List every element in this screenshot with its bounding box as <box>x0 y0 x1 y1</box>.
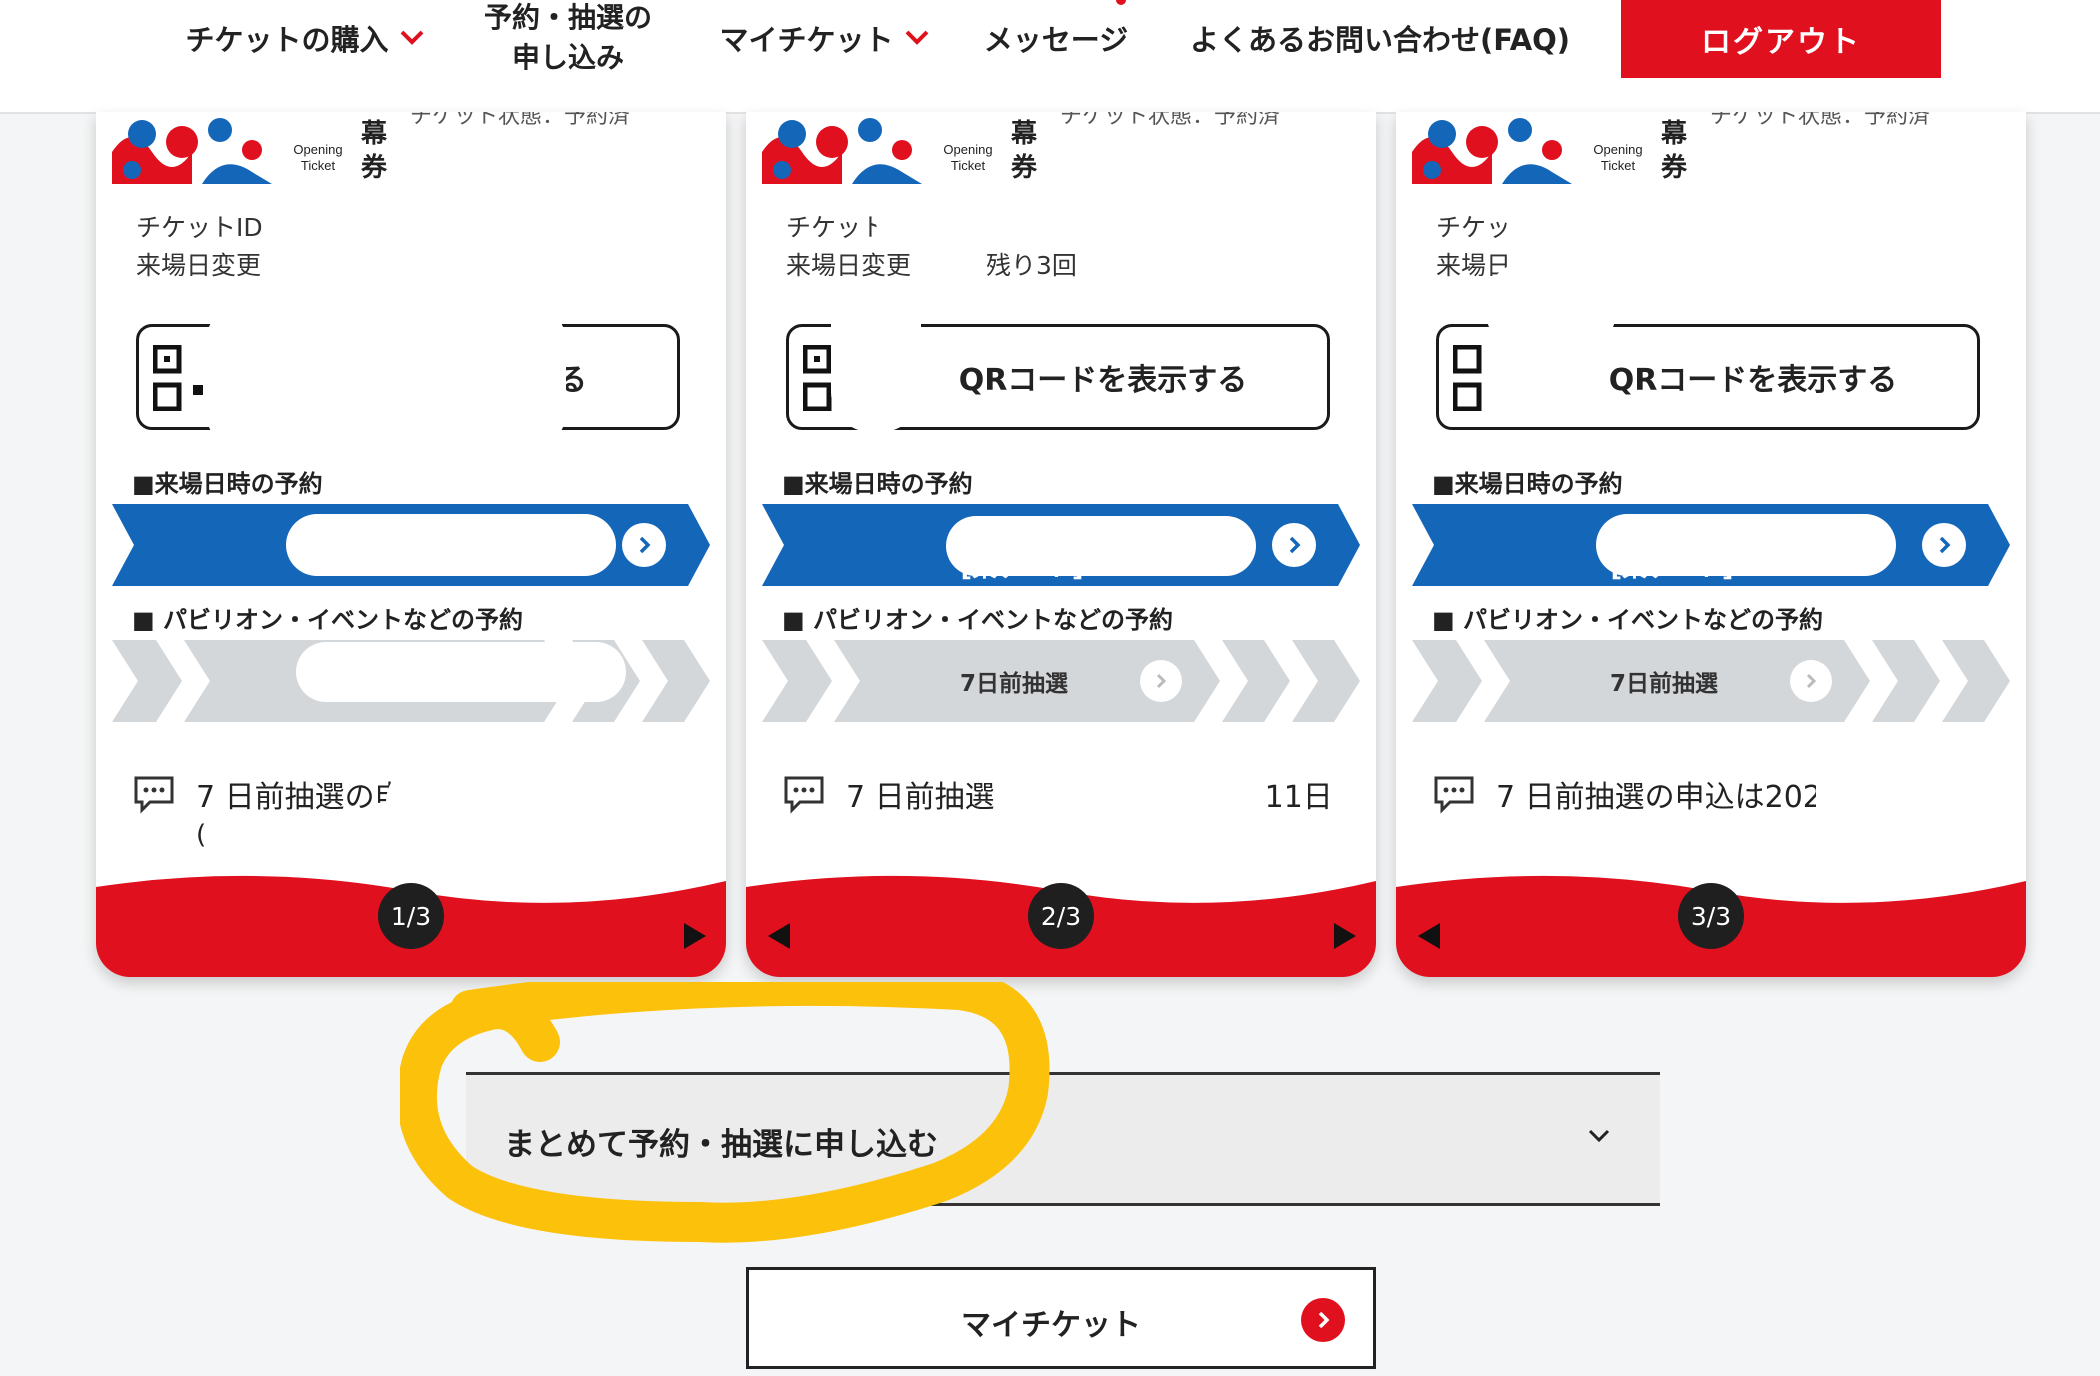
chevron-right-icon <box>622 523 666 567</box>
art-opening-text: Opening <box>943 142 992 157</box>
pavilion-reservation-heading: ■ パビリオン・イベントなどの予約 <box>132 606 524 634</box>
redaction-mask <box>946 812 1246 872</box>
art-kanji-2: 券 <box>1011 153 1038 183</box>
message-bubble-icon <box>784 776 824 814</box>
nav-faq[interactable]: よくあるお問い合わせ(FAQ) <box>1180 0 1580 76</box>
redaction-mask <box>296 642 626 702</box>
card-pager-indicator: 2/3 <box>1028 883 1094 949</box>
chevron-down-icon <box>904 29 930 47</box>
lottery-message-text: 7 日前抽選の申込は2025 <box>1496 780 1841 815</box>
redaction-mask <box>1506 204 1806 254</box>
next-arrow-icon[interactable] <box>682 921 708 951</box>
chevron-right-icon <box>1272 523 1316 567</box>
card-pager-indicator: 3/3 <box>1678 883 1744 949</box>
my-ticket-button[interactable]: マイチケット <box>746 1267 1376 1369</box>
art-ticket-text: Ticket <box>301 158 336 173</box>
redaction-mask <box>1816 732 2026 882</box>
redaction-mask <box>286 514 616 576</box>
nav-reservation-line1: 予約・抽選の <box>483 1 652 34</box>
redaction-mask <box>831 282 921 432</box>
expo-ticket-artwork: Opening Ticket 幕 券 <box>112 112 388 184</box>
art-kanji-1: 幕 <box>1660 119 1688 149</box>
nav-messages[interactable]: メッセージ <box>976 0 1136 76</box>
art-kanji-1: 幕 <box>360 119 388 149</box>
nav-reservation-lottery[interactable]: 予約・抽選の 申し込み <box>470 0 666 80</box>
nav-messages-label: メッセージ <box>983 23 1129 57</box>
visit-reservation-heading: ■来場日時の予約 <box>1432 470 1623 498</box>
date-change-label: 来場日変更 <box>136 251 262 280</box>
date-change-label: 来場日変更 残り3回 <box>786 251 1077 280</box>
redaction-mask <box>946 516 1256 576</box>
bulk-apply-accordion[interactable]: まとめて予約・抽選に申し込む <box>466 1072 1660 1206</box>
prev-arrow-icon[interactable] <box>1416 921 1442 951</box>
redaction-mask <box>876 202 1106 242</box>
art-kanji-2: 券 <box>361 153 388 183</box>
redaction-mask <box>1486 262 1616 352</box>
chevron-right-icon <box>1922 523 1966 567</box>
prev-arrow-icon[interactable] <box>766 921 792 951</box>
chevron-right-icon <box>1140 660 1182 702</box>
art-kanji-2: 券 <box>1661 153 1688 183</box>
expo-ticket-artwork: Opening Ticket 幕 券 <box>1412 112 1688 184</box>
ticket-status: チケット状態：予約済 <box>410 112 631 129</box>
art-opening-text: Opening <box>1593 142 1642 157</box>
art-ticket-text: Ticket <box>1601 158 1636 173</box>
logout-button[interactable]: ログアウト <box>1621 0 1941 78</box>
chevron-down-icon <box>399 29 425 47</box>
message-bubble-icon <box>1434 776 1474 814</box>
lottery-message-text-2: ( <box>196 820 207 850</box>
art-ticket-text: Ticket <box>951 158 986 173</box>
ticket-status: チケット状態：予約済 <box>1710 112 1931 129</box>
nav-my-ticket-label: マイチケット <box>719 23 894 57</box>
visit-reservation-heading: ■来場日時の予約 <box>132 470 323 498</box>
pavilion-reservation-heading: ■ パビリオン・イベントなどの予約 <box>1432 606 1824 634</box>
ticket-id-label: チケットID <box>136 213 263 242</box>
bulk-apply-label: まとめて予約・抽選に申し込む <box>504 1127 938 1163</box>
next-arrow-icon[interactable] <box>1332 921 1358 951</box>
redaction-mask <box>206 302 566 452</box>
ticket-status: チケット状態：予約済 <box>1060 112 1281 129</box>
expo-ticket-artwork: Opening Ticket 幕 券 <box>762 112 1038 184</box>
lottery-7day-bar[interactable]: 7日前抽選 <box>762 640 1360 722</box>
lottery-7day-bar[interactable]: 7日前抽選 <box>1412 640 2010 722</box>
lottery-message-text: 7 日前抽選の申 <box>196 780 405 815</box>
nav-faq-label: よくあるお問い合わせ(FAQ) <box>1189 23 1571 57</box>
ticket-card-1: Opening Ticket 幕 券 チケット状態：予約済 チケットID 来場日… <box>96 112 726 977</box>
card-pager-indicator: 1/3 <box>378 883 444 949</box>
chevron-right-icon <box>1790 660 1832 702</box>
nav-ticket-purchase[interactable]: チケットの購入 <box>180 0 430 76</box>
ticket-card-2: Opening Ticket 幕 券 チケット状態：予約済 チケットID 来場日… <box>746 112 1376 977</box>
ticket-card-3: Opening Ticket 幕 券 チケット状態：予約済 チケットI 来場日 … <box>1396 112 2026 977</box>
message-bubble-icon <box>134 776 174 814</box>
lottery-message-text: 7 日前抽選 11日 <box>846 780 1333 815</box>
nav-ticket-purchase-label: チケットの購入 <box>185 23 389 57</box>
visit-reservation-heading: ■来場日時の予約 <box>782 470 973 498</box>
chevron-right-icon <box>1301 1298 1345 1342</box>
chevron-down-icon <box>1588 1129 1610 1143</box>
art-opening-text: Opening <box>293 142 342 157</box>
nav-my-ticket[interactable]: マイチケット <box>712 0 937 76</box>
art-kanji-1: 幕 <box>1010 119 1038 149</box>
site-header: チケットの購入 予約・抽選の 申し込み マイチケット メッセージ よくあるお問い… <box>0 0 2100 114</box>
redaction-mask <box>386 762 726 882</box>
redaction-mask <box>1596 514 1896 576</box>
my-ticket-label: マイチケット <box>961 1308 1141 1343</box>
nav-reservation-line2: 申し込み <box>511 41 624 74</box>
pavilion-reservation-heading: ■ パビリオン・イベントなどの予約 <box>782 606 1174 634</box>
